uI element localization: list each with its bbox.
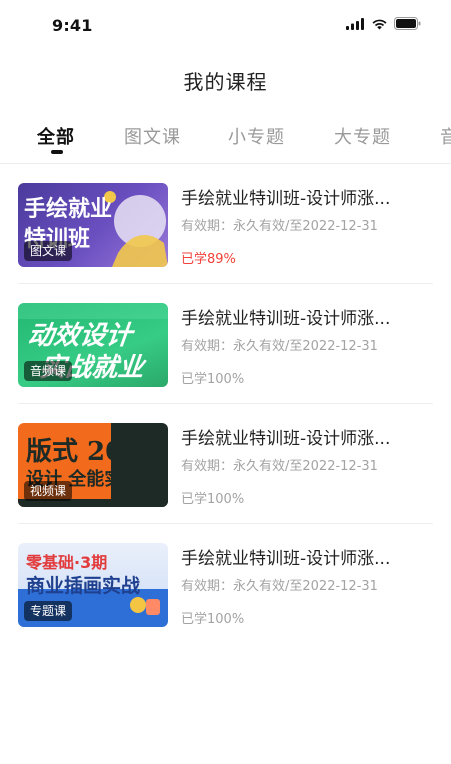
course-item[interactable]: 手绘就业 特训班 图文课 手绘就业特训班-设计师涨... 有效期：永久有效/至2… — [0, 164, 451, 284]
course-validity: 有效期：永久有效/至2022-12-31 — [181, 339, 378, 354]
course-type-badge: 图文课 — [24, 241, 73, 261]
course-validity: 有效期：永久有效/至2022-12-31 — [181, 219, 378, 234]
status-time: 9:41 — [52, 16, 93, 35]
course-progress: 已学100% — [181, 492, 245, 507]
course-list: 手绘就业 特训班 图文课 手绘就业特训班-设计师涨... 有效期：永久有效/至2… — [0, 164, 451, 644]
status-bar: 9:41 — [0, 0, 451, 50]
tab-small-topic[interactable]: 小专题 — [228, 123, 285, 149]
category-tabs: 全部 图文课 小专题 大专题 音 — [0, 118, 451, 164]
tab-audio[interactable]: 音 — [440, 123, 451, 149]
course-title[interactable]: 手绘就业特训班-设计师涨... — [181, 304, 421, 329]
signal-icon — [346, 17, 364, 30]
course-type-badge: 视频课 — [24, 481, 73, 501]
course-progress: 已学100% — [181, 612, 245, 627]
wifi-icon — [372, 19, 387, 29]
status-icons — [346, 17, 421, 30]
course-thumbnail[interactable]: 零基础·3期 商业插画实战 专题课 — [18, 543, 168, 627]
course-validity: 有效期：永久有效/至2022-12-31 — [181, 579, 378, 594]
tab-all[interactable]: 全部 — [37, 123, 75, 149]
course-type-badge: 音频课 — [24, 361, 73, 381]
course-thumbnail[interactable]: 动效设计 实战就业 音频课 — [18, 303, 168, 387]
tab-big-topic[interactable]: 大专题 — [334, 123, 391, 149]
course-title[interactable]: 手绘就业特训班-设计师涨... — [181, 424, 421, 449]
course-title[interactable]: 手绘就业特训班-设计师涨... — [181, 544, 421, 569]
tab-graphic-course[interactable]: 图文课 — [124, 123, 181, 149]
poster-line-1: 零基础·3期 — [26, 553, 108, 572]
course-progress: 已学89% — [181, 252, 236, 267]
page-title: 我的课程 — [183, 70, 268, 94]
poster-line-1: 手绘就业 — [24, 197, 113, 222]
course-validity: 有效期：永久有效/至2022-12-31 — [181, 459, 378, 474]
battery-icon — [394, 17, 421, 30]
course-type-badge: 专题课 — [24, 601, 73, 621]
course-item[interactable]: 零基础·3期 商业插画实战 专题课 手绘就业特训班-设计师涨... 有效期：永久… — [0, 524, 451, 644]
course-title[interactable]: 手绘就业特训班-设计师涨... — [181, 184, 421, 209]
poster-line-1: 版式 202 — [26, 437, 142, 467]
course-progress: 已学100% — [181, 372, 245, 387]
course-thumbnail[interactable]: 版式 202 设计 全能实战班 视频课 — [18, 423, 168, 507]
tab-active-indicator — [51, 150, 63, 154]
course-item[interactable]: 版式 202 设计 全能实战班 视频课 手绘就业特训班-设计师涨... 有效期：… — [0, 404, 451, 524]
course-item[interactable]: 动效设计 实战就业 音频课 手绘就业特训班-设计师涨... 有效期：永久有效/至… — [0, 284, 451, 404]
poster-illustration — [130, 597, 160, 615]
course-thumbnail[interactable]: 手绘就业 特训班 图文课 — [18, 183, 168, 267]
poster-line-2: 商业插画实战 — [26, 575, 141, 597]
